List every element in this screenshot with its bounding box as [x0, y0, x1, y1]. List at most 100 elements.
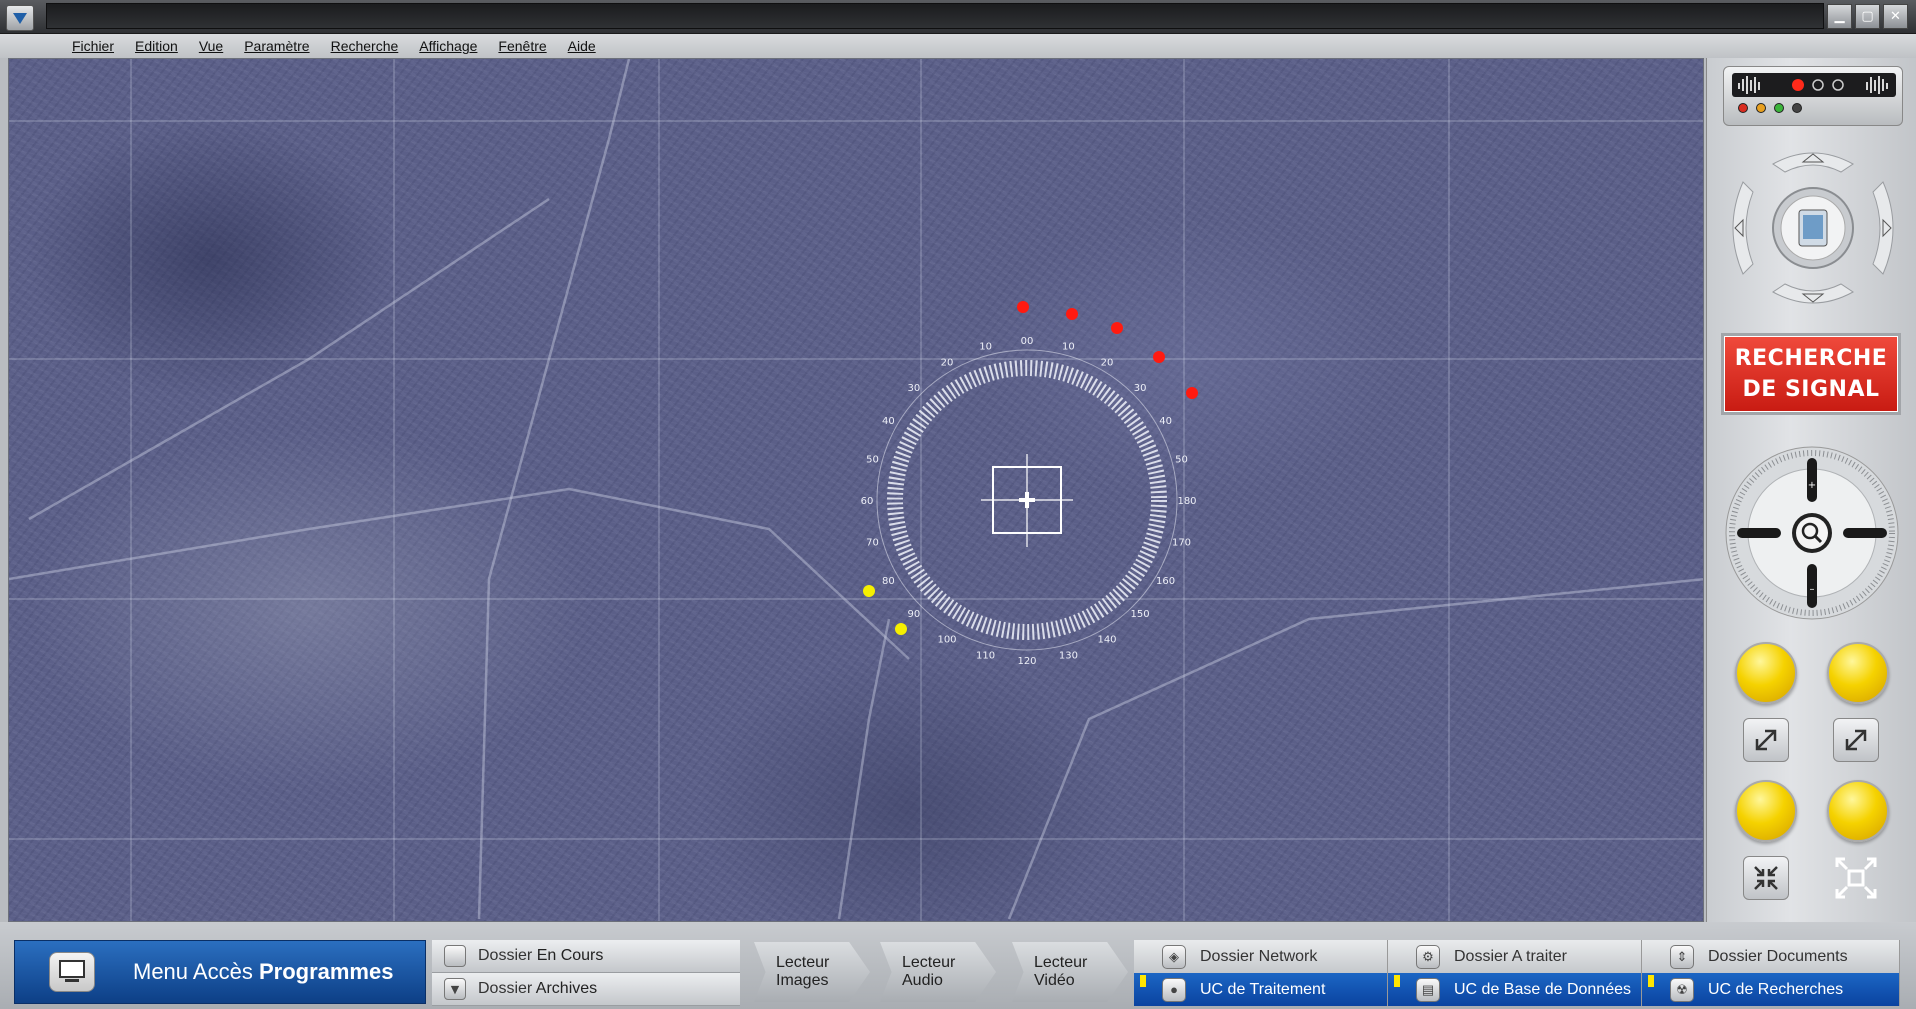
uc-base-donnees-button[interactable]: ▤ UC de Base de Données — [1388, 973, 1642, 1006]
gear-icon: ⚙ — [1416, 944, 1440, 969]
uc-traitement-button[interactable]: ● UC de Traitement — [1134, 973, 1388, 1006]
led-orange — [1756, 103, 1766, 113]
radar-scale-label: 30 — [1134, 383, 1147, 394]
taskbar: Menu Accès Programmes Dossier En Cours ▼… — [0, 922, 1916, 1009]
yellow-marker-icon — [1140, 975, 1146, 987]
radar-scale-label: 100 — [937, 635, 956, 646]
window-controls: ▁ ▢ ✕ — [1827, 4, 1908, 29]
radar-scale-label: 00 — [1021, 336, 1034, 347]
led-red — [1738, 103, 1748, 113]
red-signal-marker[interactable] — [1017, 301, 1029, 313]
document-icon: ⇕ — [1670, 944, 1694, 969]
program-menu-label: Menu Accès Programmes — [133, 959, 394, 984]
dossier-en-cours-button[interactable]: Dossier En Cours — [432, 940, 740, 973]
audio-monitor — [1723, 66, 1903, 126]
radar-scale-label: 70 — [866, 537, 879, 548]
yellow-signal-marker[interactable] — [863, 585, 875, 597]
close-button[interactable]: ✕ — [1883, 4, 1908, 29]
red-signal-marker[interactable] — [1153, 351, 1165, 363]
menu-aide[interactable]: Aide — [568, 38, 596, 54]
radar-scale-label: 140 — [1097, 635, 1116, 646]
yellow-signal-marker[interactable] — [895, 623, 907, 635]
radar-scale-label: 40 — [882, 416, 895, 427]
equalizer-bars-icon — [1738, 76, 1888, 94]
radar-scale-label: 120 — [1017, 656, 1036, 667]
red-signal-marker[interactable] — [1066, 308, 1078, 320]
led-green — [1774, 103, 1784, 113]
menu-bar: Fichier Edition Vue Paramètre Recherche … — [0, 34, 1916, 58]
radar-scale-label: 10 — [1062, 342, 1075, 353]
yellow-button-4[interactable] — [1827, 780, 1889, 842]
red-signal-marker[interactable] — [1111, 322, 1123, 334]
program-menu-button[interactable]: Menu Accès Programmes — [14, 940, 426, 1004]
map-overlay: 70 60 50 40 30 20 10 00 10 20 30 40 50 180 170 160 150 14… — [9, 59, 1703, 921]
radar-scale-label: 130 — [1059, 651, 1078, 662]
radar-scale-label: 60 — [861, 496, 874, 507]
expand-arrows-icon — [1845, 729, 1867, 751]
radar-scale-label: 20 — [941, 357, 954, 368]
uc-recherches-button[interactable]: ☢ UC de Recherches — [1642, 973, 1900, 1006]
compress-arrows-icon — [1754, 866, 1778, 890]
dossier-archives-button[interactable]: ▼ Dossier Archives — [432, 973, 740, 1006]
yellow-button-3[interactable] — [1735, 780, 1797, 842]
map-grid — [9, 59, 1703, 921]
user-icon: ● — [1162, 977, 1186, 1002]
radar-scale-label: 180 — [1177, 496, 1196, 507]
video-player-button[interactable]: Lecteur Vidéo — [1012, 942, 1128, 1002]
menu-parametre[interactable]: Paramètre — [244, 38, 309, 54]
svg-text:–: – — [1810, 584, 1815, 595]
svg-text:+: + — [1808, 480, 1816, 491]
computer-icon — [49, 952, 95, 992]
maximize-icon: ▢ — [1861, 9, 1874, 24]
dossier-documents-button[interactable]: ⇕ Dossier Documents — [1642, 940, 1900, 973]
menu-fenetre[interactable]: Fenêtre — [498, 38, 546, 54]
radar-reticle — [876, 349, 1178, 651]
radar-scale-label: 90 — [908, 609, 921, 620]
menu-affichage[interactable]: Affichage — [419, 38, 477, 54]
system-menu-button[interactable] — [6, 5, 34, 31]
minimize-button[interactable]: ▁ — [1827, 4, 1852, 29]
menu-recherche[interactable]: Recherche — [331, 38, 399, 54]
expand-diagonal-alt-button[interactable] — [1833, 718, 1879, 762]
yellow-button-2[interactable] — [1827, 642, 1889, 704]
dossier-network-button[interactable]: ◈ Dossier Network — [1134, 940, 1388, 973]
maximize-button[interactable]: ▢ — [1855, 4, 1880, 29]
radar-scale-label: 40 — [1159, 416, 1172, 427]
yellow-button-1[interactable] — [1735, 642, 1797, 704]
network-icon: ◈ — [1162, 944, 1186, 969]
minimize-icon: ▁ — [1834, 9, 1845, 24]
database-icon: ▤ — [1416, 977, 1440, 1002]
menu-fichier[interactable]: Fichier — [72, 38, 114, 54]
audio-player-button[interactable]: Lecteur Audio — [880, 942, 996, 1002]
menu-edition[interactable]: Edition — [135, 38, 178, 54]
triangle-down-icon — [13, 12, 27, 24]
satellite-map[interactable]: 70 60 50 40 30 20 10 00 10 20 30 40 50 180 170 160 150 14… — [8, 58, 1704, 922]
control-panel: RECHERCHE DE SIGNAL + – — [1706, 58, 1916, 922]
chevron-down-icon: ▼ — [444, 978, 466, 1000]
expand-diagonal-button[interactable] — [1743, 718, 1789, 762]
signal-search-button[interactable]: RECHERCHE DE SIGNAL — [1721, 333, 1901, 415]
menu-vue[interactable]: Vue — [199, 38, 223, 54]
radar-scale-label: 170 — [1172, 537, 1191, 548]
radar-scale-label: 10 — [979, 342, 992, 353]
equalizer-display — [1732, 73, 1896, 97]
image-player-button[interactable]: Lecteur Images — [754, 942, 870, 1002]
fullscreen-icon — [1835, 857, 1877, 899]
network-grid: ◈ Dossier Network ⚙ Dossier A traiter ⇕ … — [1134, 940, 1900, 1006]
red-signal-marker[interactable] — [1186, 387, 1198, 399]
compress-button[interactable] — [1743, 856, 1789, 900]
dossier-group: Dossier En Cours ▼ Dossier Archives — [432, 940, 740, 1006]
folder-icon — [444, 945, 466, 967]
radar-scale-label: 80 — [882, 576, 895, 587]
radar-scale-label: 50 — [866, 455, 879, 466]
title-bar: ▁ ▢ ✕ — [0, 0, 1916, 34]
dossier-a-traiter-button[interactable]: ⚙ Dossier A traiter — [1388, 940, 1642, 973]
fullscreen-button[interactable] — [1833, 856, 1879, 900]
status-leds — [1738, 103, 1802, 113]
radar-scale-label: 150 — [1131, 609, 1150, 620]
led-dark — [1792, 103, 1802, 113]
direction-pad — [1732, 152, 1894, 304]
radar-scale-label: 20 — [1101, 357, 1114, 368]
radar-scale-label: 50 — [1175, 455, 1188, 466]
zoom-dial[interactable]: + – — [1723, 444, 1901, 622]
